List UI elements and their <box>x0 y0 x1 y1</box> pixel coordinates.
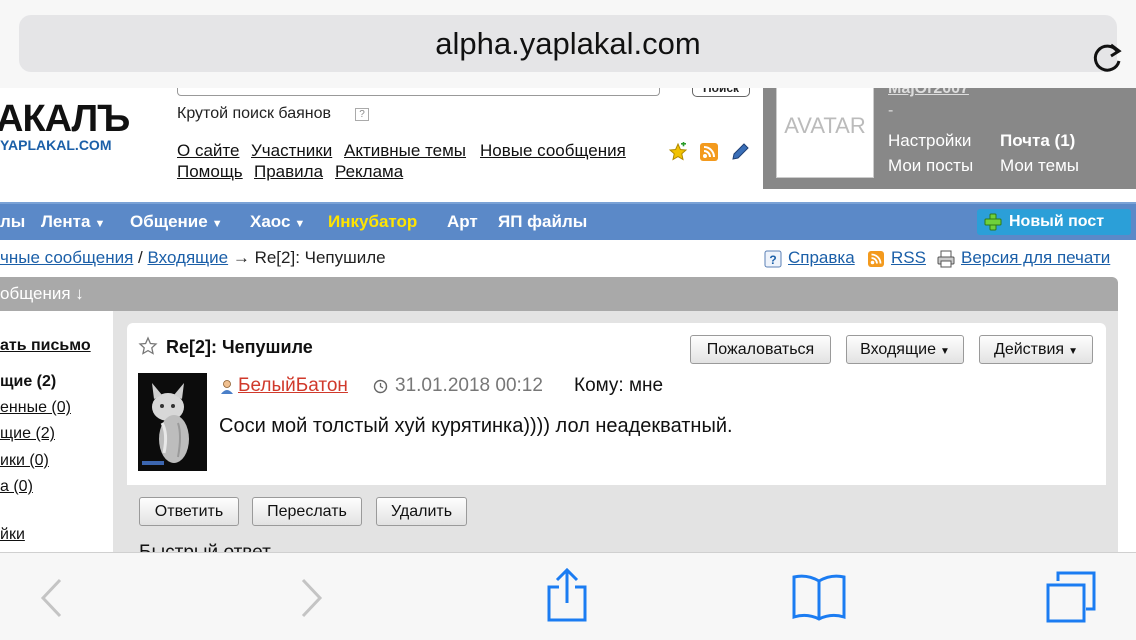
section-header: общения ↓ <box>0 277 1118 311</box>
nav-item-incubator[interactable]: Инкубатор <box>328 204 417 240</box>
forward-button[interactable]: Переслать <box>252 497 362 526</box>
help-icon[interactable]: ? <box>764 250 782 268</box>
chevron-down-icon: ▼ <box>211 218 223 230</box>
pencil-icon[interactable] <box>730 142 750 162</box>
nav-item-feed[interactable]: Лента ▼ <box>41 204 105 240</box>
link-ads[interactable]: Реклама <box>335 162 403 182</box>
user-panel: AVATAR MajOr2007 - Настройки Почта (1) М… <box>763 88 1136 189</box>
link-new-messages[interactable]: Новые сообщения <box>480 141 626 161</box>
breadcrumb-inbox[interactable]: Входящие <box>148 248 229 267</box>
print-icon[interactable] <box>937 250 955 268</box>
author-avatar[interactable] <box>138 373 207 471</box>
site-logo-url[interactable]: YAPLAKAL.COM <box>0 137 112 153</box>
folder-saved[interactable]: енные (0) <box>0 399 71 417</box>
browser-top-bar: alpha.yaplakal.com <box>0 0 1136 88</box>
inbox-dropdown[interactable]: Входящие ▼ <box>846 335 964 364</box>
nav-item-communication[interactable]: Общение ▼ <box>130 204 223 240</box>
tabs-icon[interactable] <box>1044 571 1098 623</box>
search-caption: Крутой поиск баянов <box>177 105 332 122</box>
help-icon[interactable]: ? <box>355 108 369 121</box>
author-link[interactable]: БелыйБатон <box>238 375 348 397</box>
new-post-button[interactable]: Новый пост <box>977 209 1131 235</box>
link-about[interactable]: О сайте <box>177 141 239 161</box>
breadcrumb: чные сообщения / Входящие → Re[2]: Чепуш… <box>0 248 386 268</box>
chevron-down-icon: ▼ <box>294 218 306 230</box>
nav-label: Общение <box>130 212 208 231</box>
bookmarks-icon[interactable] <box>791 573 847 621</box>
back-icon[interactable] <box>38 577 64 619</box>
share-icon[interactable] <box>545 567 589 623</box>
avatar[interactable]: AVATAR <box>776 88 874 178</box>
folder-settings[interactable]: йки <box>0 526 25 544</box>
clock-icon <box>373 379 388 394</box>
folder-drafts[interactable]: ики (0) <box>0 452 49 470</box>
plus-icon <box>984 213 1002 231</box>
address-bar[interactable]: alpha.yaplakal.com <box>19 15 1122 72</box>
section-title[interactable]: общения ↓ <box>0 277 84 311</box>
site-logo[interactable]: АКАЛЪ <box>0 98 130 141</box>
message-panel: Re[2]: Чепушиле Пожаловаться Входящие ▼ Д… <box>127 323 1106 485</box>
new-post-label: Новый пост <box>1009 213 1105 230</box>
actions-dropdown[interactable]: Действия ▼ <box>979 335 1093 364</box>
settings-link[interactable]: Настройки <box>888 131 971 151</box>
folder-trash[interactable]: а (0) <box>0 478 33 496</box>
caret-down-icon: ▼ <box>939 346 950 357</box>
nav-item-art[interactable]: Арт <box>447 204 478 240</box>
nav-label: Хаос <box>250 212 291 231</box>
chevron-down-icon: ▼ <box>94 218 106 230</box>
message-datetime: 31.01.2018 00:12 <box>395 375 543 396</box>
caret-down-icon: ▼ <box>1068 346 1078 357</box>
mail-link[interactable]: Почта (1) <box>1000 131 1075 151</box>
url-text[interactable]: alpha.yaplakal.com <box>19 15 1117 72</box>
search-input[interactable] <box>177 88 660 96</box>
breadcrumb-sep: / <box>133 248 148 267</box>
my-posts-link[interactable]: Мои посты <box>888 156 973 176</box>
nav-item-chaos[interactable]: Хаос ▼ <box>250 204 305 240</box>
reload-icon[interactable] <box>1087 39 1127 79</box>
compose-link[interactable]: ать письмо <box>0 337 91 355</box>
favorites-star-icon[interactable] <box>668 142 688 162</box>
delete-button[interactable]: Удалить <box>376 497 467 526</box>
nav-item-partial[interactable]: лы <box>0 204 25 240</box>
breadcrumb-current: Re[2]: Чепушиле <box>254 248 386 267</box>
link-active-topics[interactable]: Активные темы <box>344 141 466 161</box>
breadcrumb-messages[interactable]: чные сообщения <box>0 248 133 267</box>
folder-inbox[interactable]: щие (2) <box>0 373 56 391</box>
quick-reply-heading: Быстрый ответ <box>139 542 271 552</box>
user-status: - <box>888 102 894 119</box>
rss-icon[interactable] <box>867 250 885 268</box>
inbox-dropdown-label: Входящие <box>860 341 936 358</box>
star-icon[interactable] <box>138 336 158 356</box>
rss-link[interactable]: RSS <box>891 248 926 268</box>
print-version-link[interactable]: Версия для печати <box>961 248 1110 268</box>
site-page: АКАЛЪ YAPLAKAL.COM Поиск Крутой поиск ба… <box>0 88 1136 552</box>
user-icon <box>221 380 233 394</box>
report-button[interactable]: Пожаловаться <box>690 335 831 364</box>
folders-sidebar: ать письмо щие (2) енные (0) щие (2) ики… <box>0 311 113 552</box>
nav-item-files[interactable]: ЯП файлы <box>498 204 587 240</box>
message-title: Re[2]: Чепушиле <box>166 337 313 357</box>
message-actions-area: Ответить Переслать Удалить <box>127 485 1106 552</box>
link-help[interactable]: Помощь <box>177 162 243 182</box>
browser-bottom-toolbar <box>0 552 1136 640</box>
actions-dropdown-label: Действия <box>993 341 1065 358</box>
main-nav: лы Лента ▼ Общение ▼ Хаос ▼ Инкубатор Арт Я… <box>0 202 1136 240</box>
link-rules[interactable]: Правила <box>254 162 323 182</box>
message-recipient: Кому: мне <box>574 375 664 396</box>
nav-label: Лента <box>41 212 91 231</box>
breadcrumb-arrow: → <box>228 248 255 267</box>
rss-icon[interactable] <box>699 142 719 162</box>
username-link[interactable]: MajOr2007 <box>888 88 969 98</box>
folder-sent[interactable]: щие (2) <box>0 425 55 443</box>
search-button[interactable]: Поиск <box>692 88 750 97</box>
reply-button[interactable]: Ответить <box>139 497 239 526</box>
forward-icon[interactable] <box>299 577 325 619</box>
svg-text:?: ? <box>769 253 776 267</box>
my-topics-link[interactable]: Мои темы <box>1000 156 1079 176</box>
message-body: Соси мой толстый хуй курятинка)))) лол н… <box>219 415 733 437</box>
link-members[interactable]: Участники <box>251 141 332 161</box>
help-link[interactable]: Справка <box>788 248 855 268</box>
